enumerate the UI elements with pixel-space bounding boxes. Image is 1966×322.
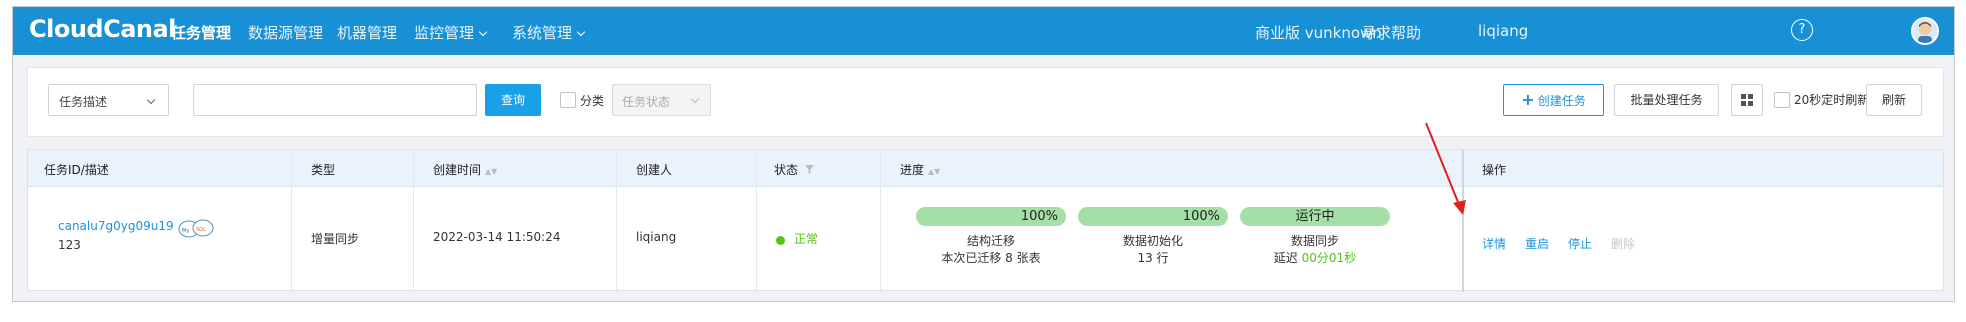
task-description: 123 bbox=[58, 238, 81, 252]
grid-view-button[interactable] bbox=[1731, 84, 1763, 116]
status-dot-icon bbox=[776, 236, 785, 245]
search-type-select[interactable]: 任务描述 bbox=[48, 84, 169, 116]
header-operations: 操作 bbox=[1482, 163, 1507, 177]
task-table: 任务ID/描述 类型 创建时间 ▲▼ 创建人 状态 进度 ▲▼ 操作 canalu7… bbox=[27, 149, 1944, 292]
task-creator: liqiang bbox=[636, 230, 677, 244]
progress-bar-structure: 100% bbox=[916, 207, 1066, 226]
database-pair-icon: My SQL bbox=[178, 219, 214, 238]
task-id-link[interactable]: canalu7g0yg09u19 bbox=[58, 219, 174, 233]
app-window: CloudCanal 任务管理 数据源管理 机器管理 监控管理 系统管理 商业版… bbox=[12, 6, 1955, 302]
plus-icon: + bbox=[1521, 90, 1535, 109]
batch-process-button[interactable]: 批量处理任务 bbox=[1614, 84, 1719, 116]
restart-link[interactable]: 重启 bbox=[1525, 235, 1549, 252]
stage-structure-detail: 本次已迁移 8 张表 bbox=[941, 251, 1041, 265]
task-type: 增量同步 bbox=[311, 232, 360, 246]
create-task-button[interactable]: + 创建任务 bbox=[1503, 84, 1604, 116]
search-type-value: 任务描述 bbox=[59, 95, 108, 109]
chevron-down-icon bbox=[478, 27, 488, 37]
stage-init-detail: 13 行 bbox=[1137, 251, 1169, 265]
sync-delay-value: 00分01秒 bbox=[1301, 251, 1357, 265]
refresh-button[interactable]: 刷新 bbox=[1866, 84, 1922, 116]
chevron-down-icon bbox=[690, 94, 700, 104]
nav-item-system-management[interactable]: 系统管理 bbox=[512, 22, 586, 43]
delete-link-disabled: 删除 bbox=[1611, 237, 1636, 251]
stage-sync-label: 数据同步 bbox=[1290, 234, 1339, 248]
header-status[interactable]: 状态 bbox=[774, 161, 814, 178]
sort-icon[interactable]: ▲▼ bbox=[928, 167, 940, 176]
chevron-down-icon bbox=[146, 95, 156, 105]
header-type: 类型 bbox=[311, 163, 336, 177]
nav-item-datasource-management[interactable]: 数据源管理 bbox=[248, 22, 323, 43]
nav-item-machine-management[interactable]: 机器管理 bbox=[337, 22, 397, 43]
auto-refresh-checkbox[interactable] bbox=[1774, 92, 1790, 108]
cloudcanal-logo[interactable]: CloudCanal bbox=[29, 15, 176, 43]
column-divider bbox=[291, 150, 292, 292]
category-label: 分类 bbox=[580, 94, 605, 108]
stop-link[interactable]: 停止 bbox=[1568, 235, 1592, 252]
query-button[interactable]: 查询 bbox=[485, 84, 541, 116]
help-link[interactable]: 寻求帮助 bbox=[1361, 22, 1421, 43]
category-checkbox[interactable] bbox=[560, 92, 576, 108]
search-input[interactable] bbox=[193, 84, 477, 116]
column-divider bbox=[616, 150, 617, 292]
grid-icon bbox=[1741, 94, 1753, 106]
column-divider bbox=[1462, 150, 1464, 292]
progress-bar-sync: 运行中 bbox=[1240, 207, 1390, 226]
filter-icon[interactable] bbox=[804, 165, 814, 174]
user-avatar-icon bbox=[1918, 22, 1932, 43]
progress-bar-init: 100% bbox=[1078, 207, 1228, 226]
nav-item-task-management[interactable]: 任务管理 bbox=[171, 22, 231, 43]
stage-sync-detail: 延迟 00分01秒 bbox=[1273, 251, 1357, 265]
column-divider bbox=[756, 150, 757, 292]
username[interactable]: liqiang bbox=[1478, 22, 1528, 40]
nav-item-monitor-management[interactable]: 监控管理 bbox=[414, 22, 488, 43]
table-header: 任务ID/描述 类型 创建时间 ▲▼ 创建人 状态 进度 ▲▼ 操作 bbox=[28, 150, 1943, 187]
task-status-placeholder: 任务状态 bbox=[622, 95, 671, 109]
header-progress[interactable]: 进度 ▲▼ bbox=[900, 161, 940, 178]
column-divider bbox=[413, 150, 414, 292]
filter-panel: 任务描述 查询 分类 任务状态 + 创建任务 批量处理任务 20秒定时刷新 刷新 bbox=[27, 67, 1944, 137]
sort-icon[interactable]: ▲▼ bbox=[485, 167, 497, 176]
stage-structure-label: 结构迁移 bbox=[966, 234, 1015, 248]
auto-refresh-label: 20秒定时刷新 bbox=[1794, 93, 1870, 107]
task-created-time: 2022-03-14 11:50:24 bbox=[433, 230, 561, 244]
header-creator: 创建人 bbox=[636, 163, 673, 177]
header-task-id: 任务ID/描述 bbox=[44, 163, 109, 177]
header-created-time[interactable]: 创建时间 ▲▼ bbox=[433, 161, 497, 178]
avatar[interactable] bbox=[1911, 17, 1939, 45]
svg-text:My: My bbox=[182, 228, 189, 234]
column-divider bbox=[880, 150, 881, 292]
svg-text:SQL: SQL bbox=[196, 227, 206, 233]
details-link[interactable]: 详情 bbox=[1482, 235, 1506, 252]
task-status-select[interactable]: 任务状态 bbox=[612, 84, 711, 116]
top-nav-bar: CloudCanal 任务管理 数据源管理 机器管理 监控管理 系统管理 商业版… bbox=[13, 7, 1954, 55]
status-badge: 正常 bbox=[794, 232, 819, 246]
question-circle-icon[interactable]: ? bbox=[1791, 19, 1813, 41]
stage-init-label: 数据初始化 bbox=[1122, 234, 1183, 248]
chevron-down-icon bbox=[576, 27, 586, 37]
